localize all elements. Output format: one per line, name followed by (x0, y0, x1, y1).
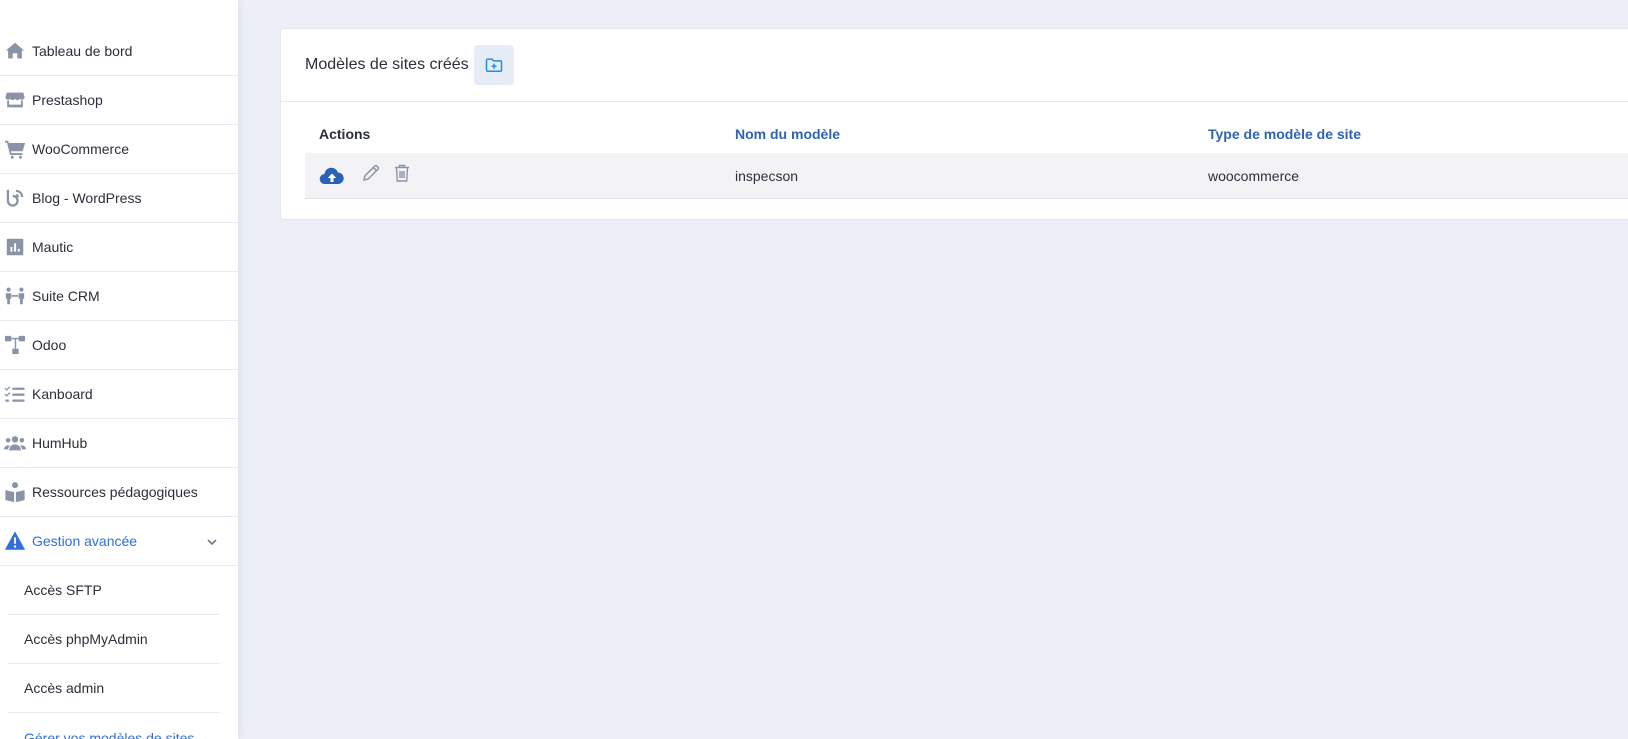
tasks-icon (4, 383, 26, 405)
column-header-type[interactable]: Type de modèle de site (1208, 126, 1628, 142)
sidebar-item-label: Mautic (32, 239, 74, 255)
handshake-icon (4, 285, 26, 307)
sidebar-item-label: Prestashop (32, 92, 103, 108)
submenu-item-label: Gérer vos modèles de sites (24, 729, 195, 739)
template-type-cell: woocommerce (1208, 167, 1300, 184)
home-icon (4, 40, 26, 62)
sidebar-item-woocommerce[interactable]: WooCommerce (0, 125, 238, 174)
sidebar-item-tableau-de-bord[interactable]: Tableau de bord (0, 27, 238, 76)
add-template-button[interactable] (473, 45, 514, 85)
trash-icon (395, 164, 409, 182)
cloud-upload-icon (319, 167, 344, 184)
sidebar-item-label: Kanboard (32, 386, 93, 402)
sidebar-item-odoo[interactable]: Odoo (0, 321, 238, 370)
sidebar-item-suite-crm[interactable]: Suite CRM (0, 272, 238, 321)
sidebar-item-label: Gestion avancée (32, 533, 138, 549)
cart-icon (4, 138, 26, 160)
sidebar-item-label: Blog - WordPress (32, 190, 142, 206)
column-header-actions: Actions (319, 126, 371, 142)
sidebar-item-blog-wordpress[interactable]: Blog - WordPress (0, 174, 238, 223)
submenu-item-acces-admin[interactable]: Accès admin (8, 664, 220, 713)
chevron-down-icon[interactable] (206, 535, 218, 547)
submenu-item-label: Accès phpMyAdmin (24, 631, 148, 647)
table-header: Actions Nom du modèle Type de modèle de … (305, 115, 1628, 153)
sidebar-item-label: Tableau de bord (32, 43, 133, 59)
sidebar-item-label: HumHub (32, 435, 88, 451)
sitemap-icon (4, 334, 26, 356)
sidebar: Tableau de bord Prestashop WooCommerce B… (0, 0, 238, 739)
sidebar-item-mautic[interactable]: Mautic (0, 223, 238, 272)
chart-icon (4, 236, 26, 258)
sidebar-item-label: Ressources pédagogiques (32, 484, 198, 500)
deploy-button[interactable] (319, 165, 345, 187)
blog-icon (4, 187, 26, 209)
sidebar-item-humhub[interactable]: HumHub (0, 419, 238, 468)
warning-icon (4, 530, 26, 552)
sidebar-item-ressources-pedagogiques[interactable]: Ressources pédagogiques (0, 468, 238, 517)
folder-plus-icon (485, 58, 502, 72)
users-icon (4, 432, 26, 454)
sidebar-item-kanboard[interactable]: Kanboard (0, 370, 238, 419)
submenu-item-acces-sftp[interactable]: Accès SFTP (8, 566, 220, 615)
templates-panel: Modèles de sites créés Actions Nom du mo… (280, 28, 1628, 220)
sidebar-item-label: WooCommerce (32, 141, 129, 157)
edit-button[interactable] (361, 163, 381, 183)
sidebar-item-label: Odoo (32, 337, 67, 353)
store-icon (4, 89, 26, 111)
submenu-item-gerer-modeles[interactable]: Gérer vos modèles de sites (8, 713, 220, 739)
templates-table: Actions Nom du modèle Type de modèle de … (305, 115, 1628, 199)
submenu-item-acces-phpmyadmin[interactable]: Accès phpMyAdmin (8, 615, 220, 664)
delete-button[interactable] (393, 163, 411, 183)
panel-header: Modèles de sites créés (281, 29, 1628, 102)
column-header-name[interactable]: Nom du modèle (735, 126, 1208, 142)
sidebar-item-gestion-avancee[interactable]: Gestion avancée (0, 517, 238, 566)
submenu-item-label: Accès admin (24, 680, 105, 696)
submenu-item-label: Accès SFTP (24, 582, 102, 598)
sidebar-item-label: Suite CRM (32, 288, 100, 304)
panel-title: Modèles de sites créés (305, 56, 469, 73)
row-actions (305, 163, 735, 187)
pencil-icon (362, 164, 380, 181)
sidebar-item-prestashop[interactable]: Prestashop (0, 76, 238, 125)
book-reader-icon (4, 481, 26, 503)
table-row: inspecson woocommerce (305, 153, 1628, 199)
template-name-cell: inspecson (735, 167, 799, 184)
